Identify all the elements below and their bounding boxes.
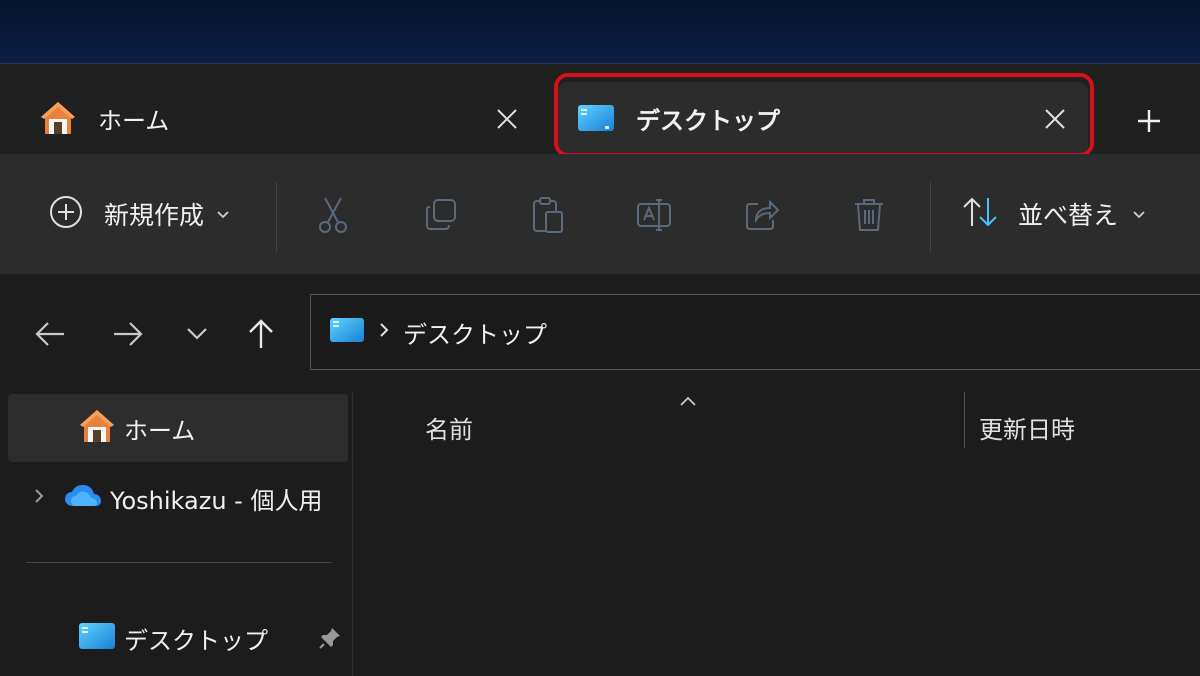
column-header-name[interactable]: 名前: [425, 410, 473, 445]
column-header-modified[interactable]: 更新日時: [979, 410, 1075, 445]
sidebar-item-label: ホーム: [124, 416, 196, 445]
tab-home-label: ホーム: [98, 106, 170, 135]
sidebar-item-home[interactable]: ホーム: [8, 394, 348, 462]
desktop-folder-icon: [78, 621, 116, 655]
paste-icon[interactable]: [527, 194, 569, 236]
sidebar-item-label: Yoshikazu - 個人用: [110, 486, 323, 515]
column-divider[interactable]: [964, 392, 965, 448]
share-icon[interactable]: [741, 194, 783, 236]
back-arrow-icon[interactable]: [30, 314, 70, 354]
home-icon: [78, 408, 116, 448]
new-button-label: 新規作成: [104, 201, 205, 230]
recent-chevron-down-icon[interactable]: [177, 314, 217, 354]
tab-desktop-label: デスクトップ: [636, 106, 780, 135]
sort-arrows-icon: [962, 196, 998, 232]
cut-icon[interactable]: [312, 194, 354, 236]
sidebar-item-onedrive[interactable]: Yoshikazu - 個人用: [8, 464, 348, 532]
new-tab-button[interactable]: [1130, 102, 1168, 140]
expand-chevron-icon[interactable]: [34, 488, 44, 508]
forward-arrow-icon[interactable]: [108, 314, 148, 354]
address-bar[interactable]: デスクトップ: [310, 294, 1200, 370]
plus-icon: [1138, 110, 1160, 132]
copy-icon[interactable]: [420, 194, 462, 236]
chevron-down-icon: [1132, 205, 1146, 224]
tab-desktop[interactable]: デスクトップ: [558, 82, 1088, 154]
file-explorer-window: ホーム デスクトップ 新規作成 並べ替え デスクトップ ホーム Yoshikaz…: [0, 63, 1200, 676]
plus-circle-icon: [48, 194, 84, 234]
breadcrumb-chevron-icon: [379, 322, 389, 342]
delete-icon[interactable]: [848, 194, 890, 236]
sort-button[interactable]: 並べ替え: [962, 192, 1146, 236]
pin-icon[interactable]: [318, 626, 342, 654]
new-button[interactable]: 新規作成: [48, 192, 230, 236]
toolbar-divider: [930, 182, 931, 252]
up-arrow-icon[interactable]: [241, 314, 281, 354]
sidebar-item-label: デスクトップ: [124, 626, 268, 655]
tab-bar: ホーム デスクトップ: [0, 64, 1200, 157]
toolbar-divider: [276, 182, 277, 252]
close-tab-home-icon[interactable]: [492, 104, 522, 134]
rename-icon[interactable]: [634, 194, 676, 236]
close-tab-desktop-icon[interactable]: [1040, 104, 1070, 134]
navigation-bar: デスクトップ: [0, 274, 1200, 392]
breadcrumb-desktop[interactable]: デスクトップ: [403, 315, 547, 350]
desktop-background: [0, 0, 1200, 64]
sidebar-item-desktop[interactable]: デスクトップ: [8, 604, 348, 672]
navigation-pane: ホーム Yoshikazu - 個人用 デスクトップ: [0, 392, 353, 676]
home-icon: [38, 98, 78, 138]
chevron-down-icon: [216, 205, 230, 224]
command-bar: 新規作成 並べ替え: [0, 154, 1200, 275]
desktop-folder-icon: [329, 316, 365, 348]
file-list: 名前 更新日時: [353, 392, 1200, 676]
sort-ascending-icon: [679, 392, 697, 411]
tab-home[interactable]: ホーム: [20, 82, 540, 154]
onedrive-cloud-icon: [64, 484, 102, 512]
sort-button-label: 並べ替え: [1018, 201, 1119, 230]
sidebar-divider: [26, 562, 332, 563]
desktop-folder-icon: [576, 98, 616, 138]
